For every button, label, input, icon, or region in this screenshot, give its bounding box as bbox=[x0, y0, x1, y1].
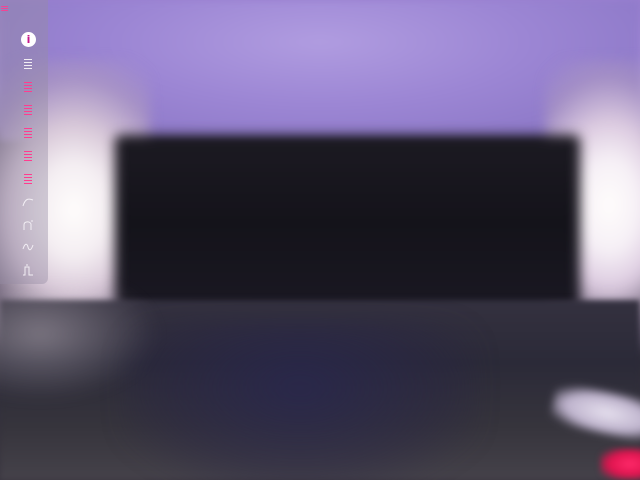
pink-object bbox=[600, 448, 640, 480]
curve-alt-icon[interactable] bbox=[17, 214, 39, 236]
wave-icon[interactable] bbox=[17, 236, 39, 258]
curve-icon[interactable] bbox=[17, 191, 39, 213]
menu-lines-pink-1-icon[interactable] bbox=[17, 76, 39, 98]
menu-lines-white-icon[interactable] bbox=[17, 53, 39, 75]
dark-back-panel bbox=[115, 135, 580, 310]
tool-sidebar: ≡ i bbox=[0, 0, 48, 284]
corner-menu-icon[interactable]: ≡ bbox=[0, 2, 9, 16]
menu-lines-pink-4-icon[interactable] bbox=[17, 145, 39, 167]
camera-feed bbox=[0, 0, 640, 480]
menu-lines-pink-5-icon[interactable] bbox=[17, 168, 39, 190]
pulse-icon[interactable] bbox=[17, 259, 39, 281]
menu-lines-pink-2-icon[interactable] bbox=[17, 99, 39, 121]
info-icon[interactable]: i bbox=[21, 32, 36, 47]
floor-shadow bbox=[120, 320, 480, 480]
menu-lines-pink-3-icon[interactable] bbox=[17, 122, 39, 144]
